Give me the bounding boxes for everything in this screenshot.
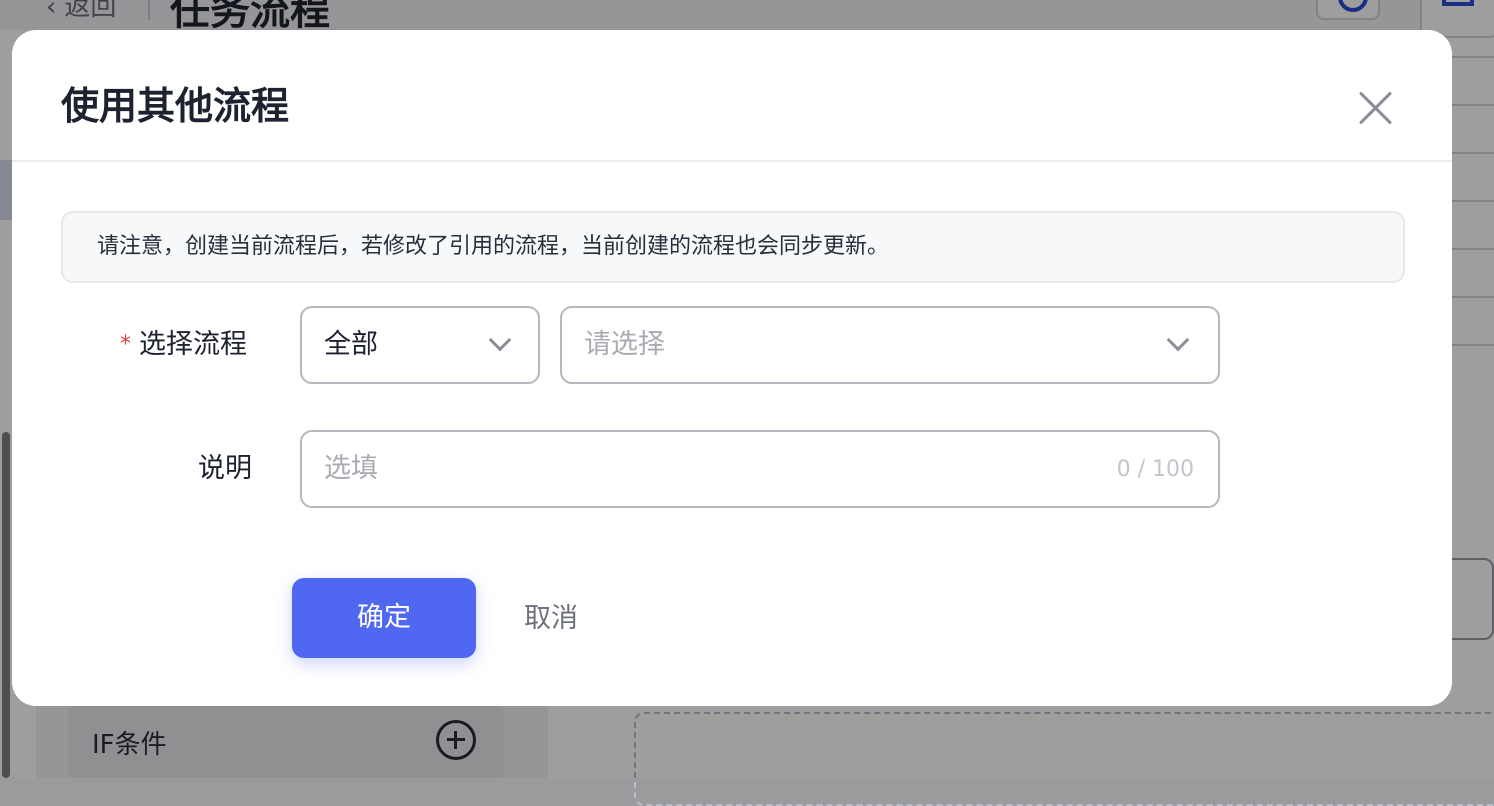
chevron-down-icon bbox=[488, 328, 512, 352]
char-counter: 0 / 100 bbox=[1116, 457, 1194, 482]
notice-banner: 请注意，创建当前流程后，若修改了引用的流程，当前创建的流程也会同步更新。 bbox=[61, 211, 1405, 283]
confirm-button[interactable]: 确定 bbox=[292, 578, 476, 658]
flow-label-text: 选择流程 bbox=[139, 329, 247, 360]
chevron-down-icon bbox=[1166, 328, 1190, 352]
close-icon[interactable] bbox=[1352, 84, 1400, 132]
description-input[interactable]: 选填 0 / 100 bbox=[300, 430, 1220, 508]
flow-select-placeholder: 请选择 bbox=[584, 329, 665, 360]
cancel-button[interactable]: 取消 bbox=[524, 602, 578, 636]
flow-field-label: * 选择流程 bbox=[120, 328, 247, 362]
notice-text: 请注意，创建当前流程后，若修改了引用的流程，当前创建的流程也会同步更新。 bbox=[97, 234, 890, 259]
dialog-header: 使用其他流程 bbox=[12, 30, 1452, 162]
description-label: 说明 bbox=[198, 453, 252, 484]
required-mark: * bbox=[120, 332, 131, 357]
use-other-flow-dialog: 使用其他流程 请注意，创建当前流程后，若修改了引用的流程，当前创建的流程也会同步… bbox=[12, 30, 1452, 706]
flow-select[interactable]: 请选择 bbox=[560, 306, 1220, 384]
description-placeholder: 选填 bbox=[324, 453, 378, 484]
dialog-title: 使用其他流程 bbox=[61, 84, 290, 128]
flow-type-value: 全部 bbox=[324, 329, 378, 360]
flow-type-select[interactable]: 全部 bbox=[300, 306, 540, 384]
